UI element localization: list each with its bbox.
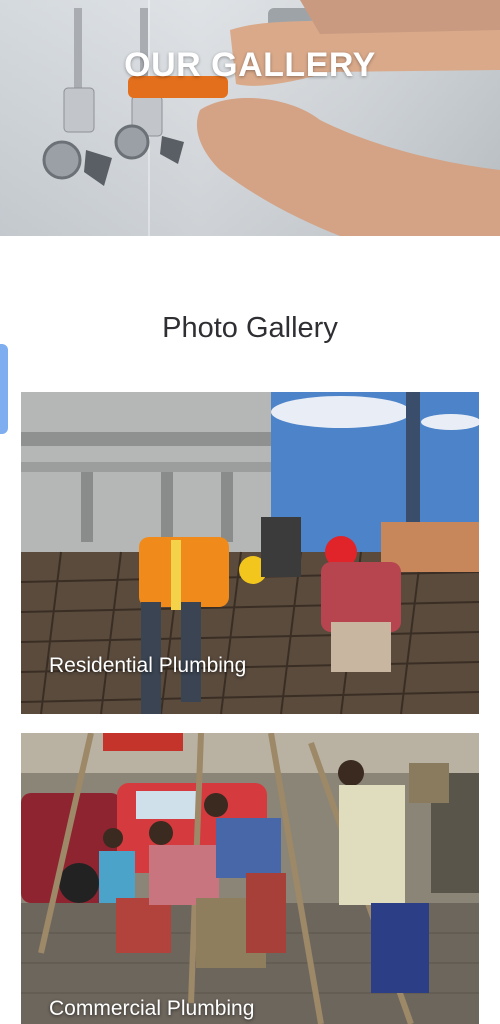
- commercial-plumbing-photo: [21, 733, 479, 1024]
- plumbing-hero-image: [42, 0, 500, 236]
- hero-banner: OUR GALLERY: [0, 0, 500, 236]
- gallery-heading: Photo Gallery: [162, 312, 338, 344]
- side-feedback-tab[interactable]: [0, 344, 8, 434]
- card-caption-commercial: Commercial Plumbing: [49, 997, 255, 1020]
- gallery-card-residential[interactable]: Residential Plumbing: [21, 392, 479, 714]
- hero-title: OUR GALLERY: [124, 46, 376, 84]
- gallery-card-commercial[interactable]: Commercial Plumbing: [21, 733, 479, 1024]
- card-caption-residential: Residential Plumbing: [49, 654, 247, 677]
